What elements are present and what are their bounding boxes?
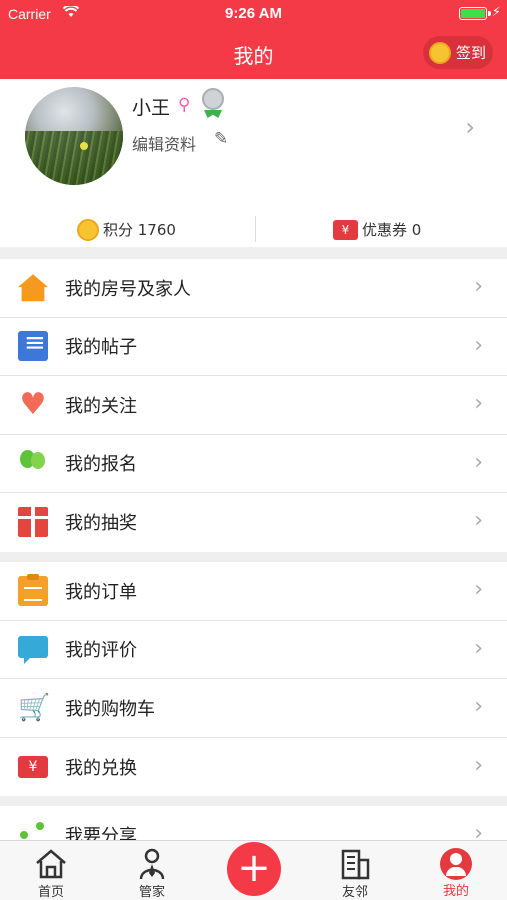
gift-icon [18, 507, 48, 538]
menu-item-exchange[interactable]: ¥ 我的兑换 › [0, 738, 507, 797]
butler-icon [135, 847, 169, 881]
balloon-icon [18, 448, 48, 478]
tab-label: 我的 [442, 884, 469, 899]
chevron-right-icon: › [474, 821, 483, 840]
tab-mine[interactable]: 我的 [416, 841, 496, 900]
building-icon [338, 847, 372, 881]
header-bar: Carrier 9:26 AM ⚡ 我的 签到 [0, 0, 507, 79]
signin-label: 签到 [456, 44, 487, 62]
chevron-right-icon: › [474, 752, 483, 778]
battery-cap [488, 11, 491, 16]
menu-item-cart[interactable]: 🛒 我的购物车 › [0, 679, 507, 738]
chevron-right-icon: › [474, 577, 483, 602]
medal-icon [202, 88, 226, 118]
chevron-right-icon: › [474, 635, 483, 661]
divider [255, 216, 256, 242]
tab-home[interactable]: 首页 [11, 841, 91, 900]
chevron-right-icon: › [474, 391, 483, 416]
tab-butler[interactable]: 管家 [112, 841, 192, 900]
menu-label: 我的帖子 [65, 337, 137, 359]
menu-label: 我的兑换 [65, 757, 137, 779]
menu-item-signups[interactable]: 我的报名 › [0, 435, 507, 493]
menu-label: 我的抽奖 [65, 513, 137, 535]
menu-item-lottery[interactable]: 我的抽奖 › [0, 493, 507, 552]
chat-icon [18, 636, 48, 665]
menu-group-3: 我要分享 › [0, 806, 507, 840]
home-outline-icon [34, 847, 68, 881]
avatar-grass [25, 131, 123, 185]
avatar[interactable] [25, 87, 123, 185]
pencil-icon[interactable]: ✎ [214, 129, 228, 149]
tab-label: 友邻 [341, 885, 368, 900]
female-icon: ⚲ [178, 95, 191, 115]
menu-item-share[interactable]: 我要分享 › [0, 806, 507, 840]
menu-item-follows[interactable]: ♥ 我的关注 › [0, 376, 507, 435]
coin-icon [77, 218, 99, 241]
stats-row: 积分 1760 ¥ 优惠券 0 [0, 212, 507, 247]
chevron-right-icon: › [474, 508, 483, 533]
menu-group-1: 我的房号及家人 › 我的帖子 › ♥ 我的关注 › 我的报名 › 我的抽奖 › [0, 259, 507, 552]
ticket-icon: ¥ [18, 755, 48, 778]
tab-label: 首页 [37, 885, 64, 900]
chevron-right-icon: › [474, 274, 483, 299]
clipboard-icon [18, 573, 48, 606]
clock: 9:26 AM [225, 5, 282, 22]
menu-item-posts[interactable]: 我的帖子 › [0, 318, 507, 376]
menu-item-reviews[interactable]: 我的评价 › [0, 621, 507, 679]
tab-label: 管家 [138, 885, 165, 900]
battery-icon [459, 7, 487, 20]
coupon-icon: ¥ [333, 219, 358, 240]
chevron-right-icon: › [474, 449, 483, 475]
cart-icon: 🛒 [18, 692, 51, 723]
points-stat[interactable]: 积分 1760 [77, 212, 176, 247]
user-icon [440, 848, 472, 880]
avatar-flower [80, 142, 88, 150]
menu-item-orders[interactable]: 我的订单 › [0, 562, 507, 621]
heart-icon: ♥ [19, 386, 47, 422]
menu-item-house[interactable]: 我的房号及家人 › [0, 259, 507, 318]
menu-label: 我的购物车 [65, 698, 155, 720]
status-bar: Carrier 9:26 AM ⚡ [0, 0, 507, 28]
tab-neighbors[interactable]: 友邻 [315, 841, 395, 900]
plus-icon: + [237, 845, 271, 891]
menu-group-2: 我的订单 › 我的评价 › 🛒 我的购物车 › ¥ 我的兑换 › [0, 562, 507, 796]
menu-label: 我的房号及家人 [65, 278, 191, 300]
home-icon [18, 274, 48, 302]
document-icon [18, 328, 48, 362]
menu-label: 我要分享 [65, 826, 137, 840]
menu-label: 我的报名 [65, 454, 137, 476]
chevron-right-icon: › [474, 332, 483, 358]
share-icon [18, 820, 48, 840]
chevron-right-icon[interactable]: › [465, 113, 475, 141]
menu-label: 我的订单 [65, 581, 137, 603]
menu-label: 我的评价 [65, 640, 137, 662]
chevron-right-icon: › [474, 694, 483, 719]
edit-profile-link[interactable]: 编辑资料 [132, 131, 196, 155]
points-label: 积分 1760 [103, 221, 176, 239]
coupon-label: 优惠券 0 [362, 221, 422, 239]
profile-card: 小王 ⚲ 编辑资料 ✎ › 积分 1760 ¥ 优惠券 0 [0, 79, 507, 247]
username: 小王 [132, 97, 171, 119]
charging-icon: ⚡ [491, 5, 501, 20]
coin-icon [429, 41, 451, 64]
coupon-stat[interactable]: ¥ 优惠券 0 [333, 212, 421, 247]
menu-label: 我的关注 [65, 395, 137, 417]
signin-button[interactable]: 签到 [423, 36, 493, 69]
plus-button[interactable]: + [227, 842, 281, 896]
